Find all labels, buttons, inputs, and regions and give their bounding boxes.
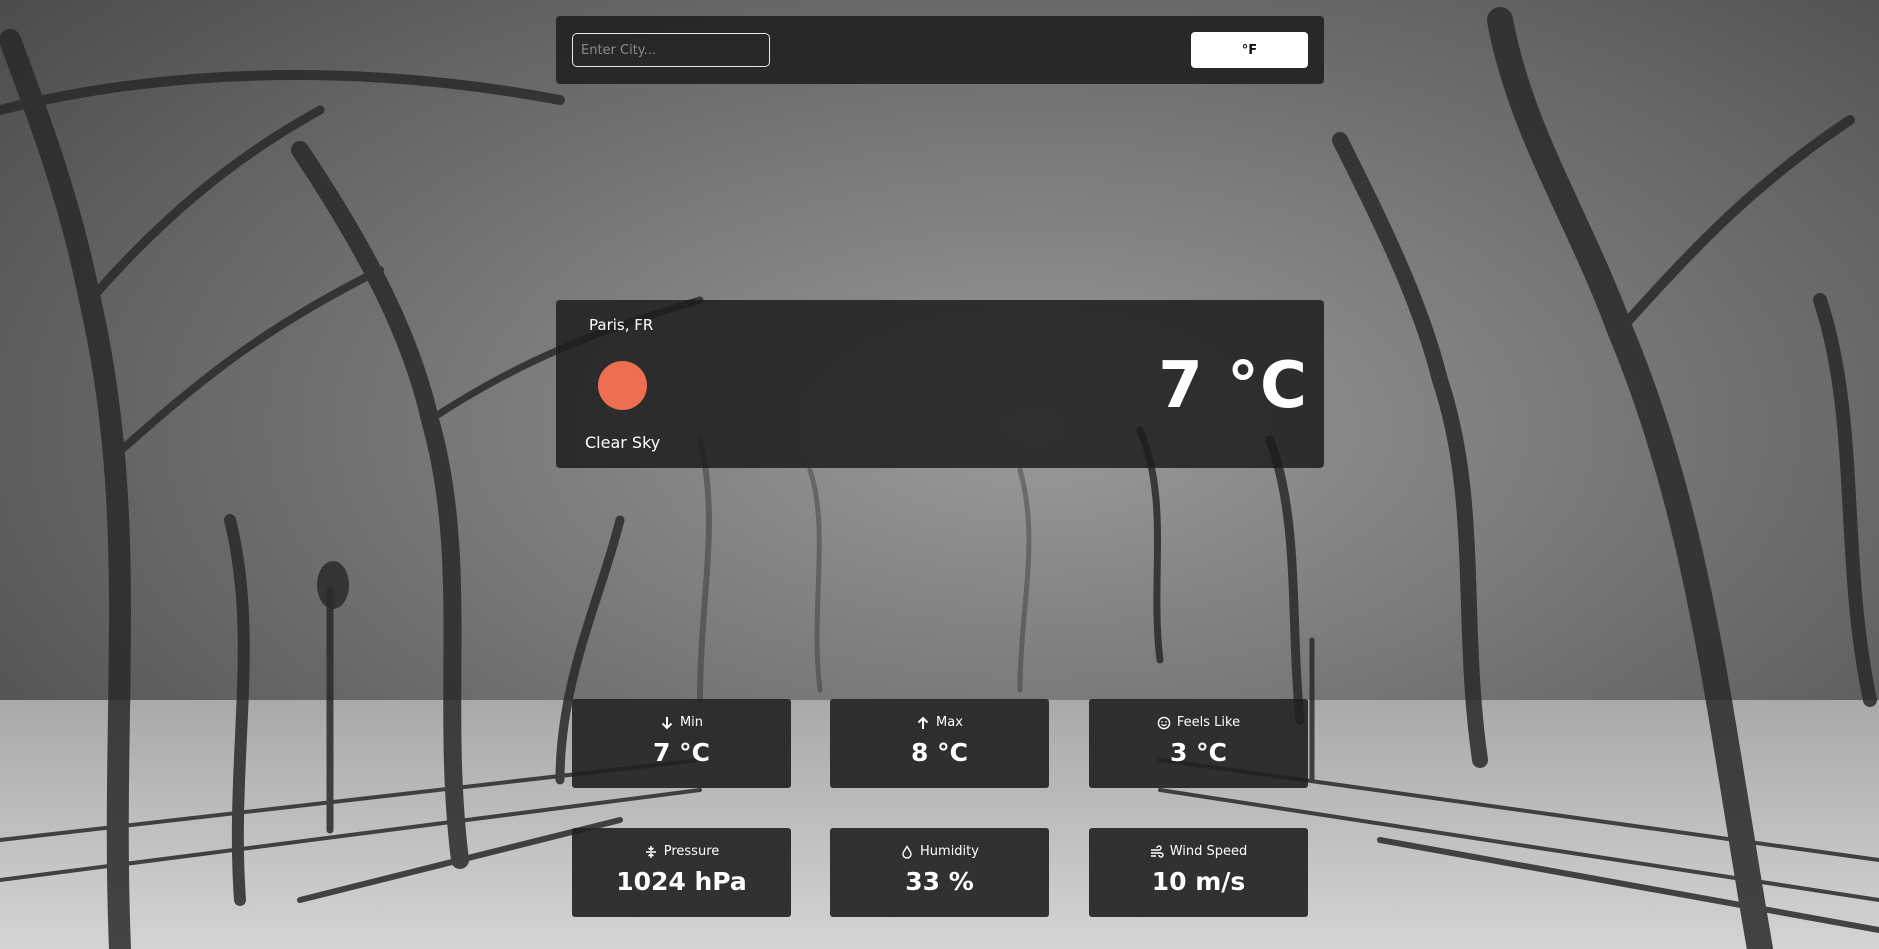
stat-label: Feels Like: [1176, 715, 1241, 730]
stat-value: 3 °C: [1170, 738, 1227, 767]
stat-label: Wind Speed: [1169, 844, 1248, 859]
sun-icon: [598, 361, 647, 410]
smile-icon: [1157, 716, 1171, 730]
arrow-up-icon: [916, 716, 930, 730]
stat-label: Humidity: [920, 844, 979, 859]
weather-condition: Clear Sky: [585, 433, 661, 452]
stat-pressure: Pressure 1024 hPa: [572, 828, 791, 917]
stat-value: 10 m/s: [1151, 867, 1246, 896]
current-weather-card: Paris, FR Clear Sky 7 °C: [556, 300, 1324, 468]
stat-label: Pressure: [663, 844, 720, 859]
city-search-input[interactable]: [572, 33, 770, 67]
droplet-icon: [900, 844, 914, 859]
background-image: [0, 7, 1879, 949]
stat-min: Min 7 °C: [572, 699, 791, 788]
stat-label: Min: [679, 715, 704, 730]
stat-max: Max 8 °C: [830, 699, 1049, 788]
arrow-down-icon: [660, 716, 674, 730]
stat-value: 8 °C: [911, 738, 968, 767]
stat-value: 7 °C: [653, 738, 710, 767]
stat-wind-speed: Wind Speed 10 m/s: [1089, 828, 1308, 917]
city-name: Paris, FR: [589, 316, 654, 334]
compress-icon: [644, 845, 658, 859]
stat-label: Max: [936, 715, 963, 730]
stat-value: 33 %: [905, 867, 974, 896]
stat-humidity: Humidity 33 %: [830, 828, 1049, 917]
stat-feels-like: Feels Like 3 °C: [1089, 699, 1308, 788]
search-bar: °F: [556, 16, 1324, 84]
unit-toggle-button[interactable]: °F: [1191, 32, 1308, 68]
wind-icon: [1150, 844, 1164, 859]
stat-value: 1024 hPa: [616, 867, 747, 896]
current-temperature: 7 °C: [1158, 349, 1308, 423]
